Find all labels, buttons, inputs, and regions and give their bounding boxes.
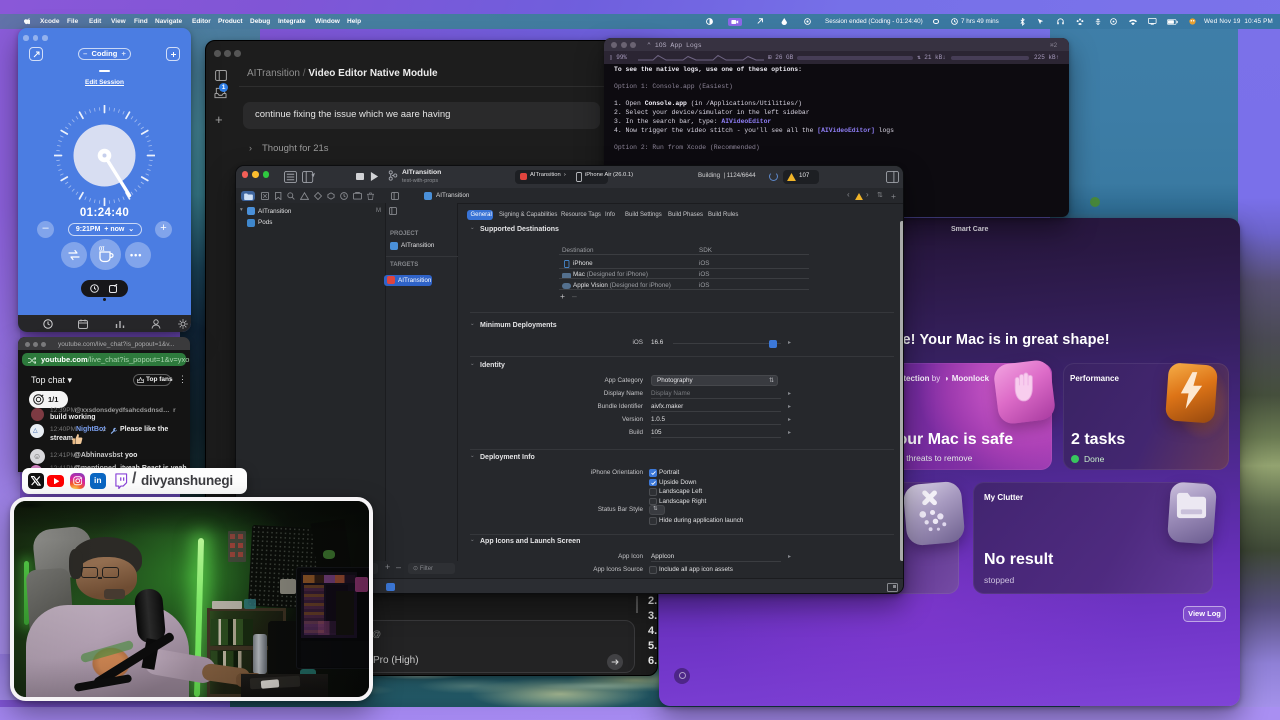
- svg-text:(((: (((: [99, 246, 105, 252]
